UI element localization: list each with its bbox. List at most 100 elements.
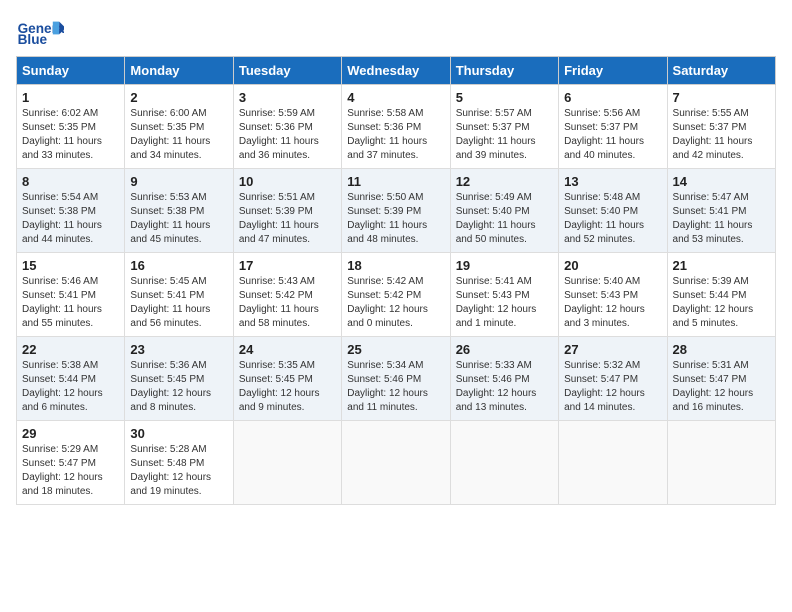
calendar-cell [342,421,450,505]
day-info: Sunrise: 5:35 AM Sunset: 5:45 PM Dayligh… [239,359,336,415]
day-info: Sunrise: 5:50 AM Sunset: 5:39 PM Dayligh… [347,191,444,247]
day-number: 5 [456,90,553,105]
day-info: Sunrise: 5:48 AM Sunset: 5:40 PM Dayligh… [564,191,661,247]
day-number: 29 [22,426,119,441]
day-info: Sunrise: 5:40 AM Sunset: 5:43 PM Dayligh… [564,275,661,331]
day-info: Sunrise: 5:59 AM Sunset: 5:36 PM Dayligh… [239,107,336,163]
calendar-cell: 9 Sunrise: 5:53 AM Sunset: 5:38 PM Daylig… [125,169,233,253]
column-header-sunday: Sunday [17,57,125,85]
calendar-cell: 27 Sunrise: 5:32 AM Sunset: 5:47 PM Dayli… [559,337,667,421]
calendar-cell: 25 Sunrise: 5:34 AM Sunset: 5:46 PM Dayli… [342,337,450,421]
day-number: 20 [564,258,661,273]
column-header-friday: Friday [559,57,667,85]
calendar-cell: 30Sunrise: 5:28 AM Sunset: 5:48 PM Dayli… [125,421,233,505]
calendar-cell: 13 Sunrise: 5:48 AM Sunset: 5:40 PM Dayli… [559,169,667,253]
day-info: Sunrise: 6:02 AM Sunset: 5:35 PM Dayligh… [22,107,119,163]
day-number: 15 [22,258,119,273]
day-info: Sunrise: 5:41 AM Sunset: 5:43 PM Dayligh… [456,275,553,331]
calendar-cell: 10 Sunrise: 5:51 AM Sunset: 5:39 PM Dayli… [233,169,341,253]
day-info: Sunrise: 5:33 AM Sunset: 5:46 PM Dayligh… [456,359,553,415]
calendar-week-row: 29 Sunrise: 5:29 AM Sunset: 5:47 PM Dayli… [17,421,776,505]
calendar-cell: 17 Sunrise: 5:43 AM Sunset: 5:42 PM Dayli… [233,253,341,337]
day-number: 25 [347,342,444,357]
calendar-week-row: 15 Sunrise: 5:46 AM Sunset: 5:41 PM Dayli… [17,253,776,337]
day-info: Sunrise: 5:57 AM Sunset: 5:37 PM Dayligh… [456,107,553,163]
calendar-week-row: 1 Sunrise: 6:02 AM Sunset: 5:35 PM Daylig… [17,85,776,169]
day-info: Sunrise: 5:34 AM Sunset: 5:46 PM Dayligh… [347,359,444,415]
day-info: Sunrise: 5:32 AM Sunset: 5:47 PM Dayligh… [564,359,661,415]
day-number: 4 [347,90,444,105]
calendar-cell: 19 Sunrise: 5:41 AM Sunset: 5:43 PM Dayli… [450,253,558,337]
calendar-cell: 18 Sunrise: 5:42 AM Sunset: 5:42 PM Dayli… [342,253,450,337]
calendar-week-row: 8 Sunrise: 5:54 AM Sunset: 5:38 PM Daylig… [17,169,776,253]
day-info: Sunrise: 5:56 AM Sunset: 5:37 PM Dayligh… [564,107,661,163]
day-number: 27 [564,342,661,357]
day-number: 22 [22,342,119,357]
day-number: 9 [130,174,227,189]
day-number: 21 [673,258,770,273]
day-info: Sunrise: 5:29 AM Sunset: 5:47 PM Dayligh… [22,443,119,499]
day-number: 10 [239,174,336,189]
day-info: Sunrise: 5:53 AM Sunset: 5:38 PM Dayligh… [130,191,227,247]
day-info: Sunrise: 5:55 AM Sunset: 5:37 PM Dayligh… [673,107,770,163]
calendar-cell [233,421,341,505]
logo: General Blue [16,16,64,48]
day-info: Sunrise: 6:00 AM Sunset: 5:35 PM Dayligh… [130,107,227,163]
day-number: 13 [564,174,661,189]
day-number: 16 [130,258,227,273]
calendar-cell: 29 Sunrise: 5:29 AM Sunset: 5:47 PM Dayli… [17,421,125,505]
day-number: 26 [456,342,553,357]
calendar-week-row: 22Sunrise: 5:38 AM Sunset: 5:44 PM Dayli… [17,337,776,421]
day-info: Sunrise: 5:51 AM Sunset: 5:39 PM Dayligh… [239,191,336,247]
calendar-cell: 4 Sunrise: 5:58 AM Sunset: 5:36 PM Daylig… [342,85,450,169]
day-info: Sunrise: 5:39 AM Sunset: 5:44 PM Dayligh… [673,275,770,331]
day-number: 7 [673,90,770,105]
calendar-cell: 16 Sunrise: 5:45 AM Sunset: 5:41 PM Dayli… [125,253,233,337]
day-number: 11 [347,174,444,189]
calendar-cell: 1 Sunrise: 6:02 AM Sunset: 5:35 PM Daylig… [17,85,125,169]
day-number: 1 [22,90,119,105]
day-info: Sunrise: 5:42 AM Sunset: 5:42 PM Dayligh… [347,275,444,331]
calendar-cell: 8 Sunrise: 5:54 AM Sunset: 5:38 PM Daylig… [17,169,125,253]
day-number: 14 [673,174,770,189]
logo-icon: General Blue [16,16,64,48]
day-info: Sunrise: 5:31 AM Sunset: 5:47 PM Dayligh… [673,359,770,415]
calendar-cell: 14Sunrise: 5:47 AM Sunset: 5:41 PM Dayli… [667,169,775,253]
day-info: Sunrise: 5:36 AM Sunset: 5:45 PM Dayligh… [130,359,227,415]
column-header-thursday: Thursday [450,57,558,85]
calendar-cell [450,421,558,505]
calendar-cell: 11 Sunrise: 5:50 AM Sunset: 5:39 PM Dayli… [342,169,450,253]
column-header-saturday: Saturday [667,57,775,85]
day-number: 18 [347,258,444,273]
day-info: Sunrise: 5:28 AM Sunset: 5:48 PM Dayligh… [130,443,227,499]
calendar-cell: 15 Sunrise: 5:46 AM Sunset: 5:41 PM Dayli… [17,253,125,337]
day-number: 17 [239,258,336,273]
column-header-tuesday: Tuesday [233,57,341,85]
day-info: Sunrise: 5:45 AM Sunset: 5:41 PM Dayligh… [130,275,227,331]
day-number: 12 [456,174,553,189]
column-header-wednesday: Wednesday [342,57,450,85]
calendar-cell: 5 Sunrise: 5:57 AM Sunset: 5:37 PM Daylig… [450,85,558,169]
day-number: 24 [239,342,336,357]
day-info: Sunrise: 5:58 AM Sunset: 5:36 PM Dayligh… [347,107,444,163]
calendar-cell: 28Sunrise: 5:31 AM Sunset: 5:47 PM Dayli… [667,337,775,421]
day-number: 3 [239,90,336,105]
page-header: General Blue [16,16,776,48]
calendar-cell: 3 Sunrise: 5:59 AM Sunset: 5:36 PM Daylig… [233,85,341,169]
calendar-cell: 6Sunrise: 5:56 AM Sunset: 5:37 PM Daylig… [559,85,667,169]
day-number: 19 [456,258,553,273]
calendar-table: SundayMondayTuesdayWednesdayThursdayFrid… [16,56,776,505]
svg-text:Blue: Blue [18,32,48,47]
calendar-cell [559,421,667,505]
day-number: 8 [22,174,119,189]
day-number: 2 [130,90,227,105]
calendar-cell: 22Sunrise: 5:38 AM Sunset: 5:44 PM Dayli… [17,337,125,421]
day-info: Sunrise: 5:54 AM Sunset: 5:38 PM Dayligh… [22,191,119,247]
day-info: Sunrise: 5:43 AM Sunset: 5:42 PM Dayligh… [239,275,336,331]
calendar-cell: 7 Sunrise: 5:55 AM Sunset: 5:37 PM Daylig… [667,85,775,169]
calendar-cell: 23 Sunrise: 5:36 AM Sunset: 5:45 PM Dayli… [125,337,233,421]
calendar-cell: 26 Sunrise: 5:33 AM Sunset: 5:46 PM Dayli… [450,337,558,421]
day-number: 23 [130,342,227,357]
calendar-cell: 12Sunrise: 5:49 AM Sunset: 5:40 PM Dayli… [450,169,558,253]
day-info: Sunrise: 5:46 AM Sunset: 5:41 PM Dayligh… [22,275,119,331]
